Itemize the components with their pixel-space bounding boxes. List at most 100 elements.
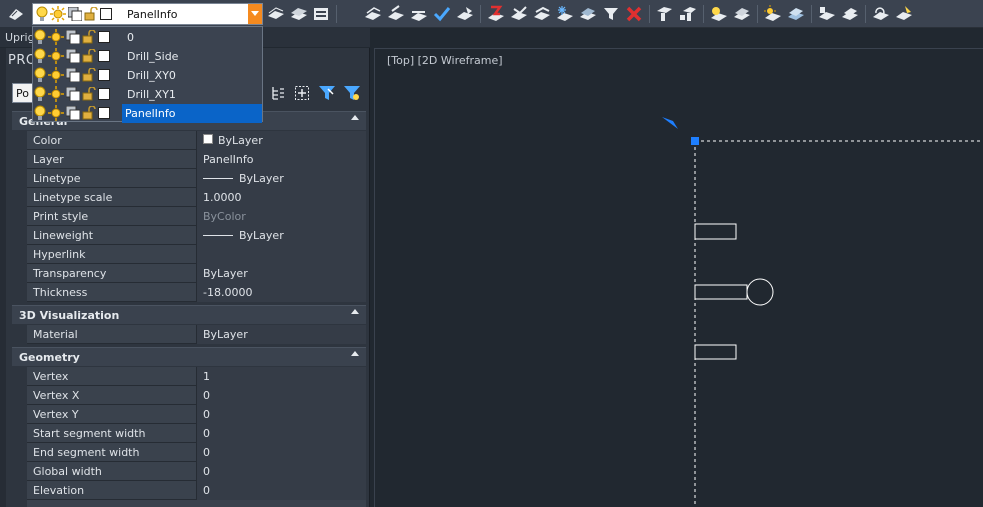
lightbulb-on-icon[interactable] (34, 29, 46, 48)
prop-value[interactable]: 0 (196, 405, 366, 424)
prop-row-vertex-y[interactable]: Vertex Y 0 (12, 405, 366, 424)
color-swatch-icon[interactable] (98, 31, 110, 46)
viewport-icon[interactable] (65, 105, 81, 123)
lightbulb-on-icon[interactable] (34, 86, 46, 105)
layer-off-icon[interactable] (410, 5, 428, 23)
drill-rectangle[interactable] (694, 284, 748, 300)
layer-merge-icon[interactable] (579, 5, 597, 23)
viewport-icon[interactable] (65, 29, 81, 47)
layer-all-thaw-icon[interactable] (764, 5, 782, 23)
layer-change-icon[interactable] (456, 5, 474, 23)
layer-states-icon[interactable] (290, 5, 308, 23)
prop-row-end-segment-width[interactable]: End segment width 0 (12, 443, 366, 462)
layer-list-item[interactable]: Drill_XY0 (33, 66, 262, 85)
prop-row-vertex[interactable]: Vertex 1 (12, 367, 366, 386)
prop-value[interactable]: ByLayer (196, 264, 366, 283)
toggle-pickadd-icon[interactable] (268, 83, 288, 103)
prop-row-layer[interactable]: Layer PanelInfo (12, 150, 366, 169)
prop-value[interactable]: ByLayer (196, 325, 366, 344)
collapse-caret-icon[interactable] (351, 351, 359, 356)
layer-all-on-icon[interactable] (733, 5, 751, 23)
prop-value[interactable]: 1 (196, 367, 366, 386)
collapse-caret-icon[interactable] (351, 115, 359, 120)
make-object-layer-current-icon[interactable] (7, 5, 25, 23)
previous-layer-icon[interactable] (267, 5, 285, 23)
grip-handle[interactable] (691, 137, 699, 145)
collapse-caret-icon[interactable] (351, 309, 359, 314)
layer-settings-icon[interactable] (895, 5, 913, 23)
drill-rectangle[interactable] (694, 344, 737, 360)
quick-select-icon[interactable] (317, 83, 337, 103)
drawing-canvas[interactable] (375, 49, 983, 507)
lightbulb-on-icon[interactable] (34, 105, 46, 124)
layer-copy-objects-icon[interactable] (679, 5, 697, 23)
prop-value[interactable] (196, 245, 366, 264)
layer-list-item[interactable]: 0 (33, 28, 262, 47)
prop-row-linetype[interactable]: Linetype ByLayer (12, 169, 366, 188)
sun-thaw-icon[interactable] (48, 67, 64, 86)
prop-row-material[interactable]: Material ByLayer (12, 325, 366, 344)
drawing-viewport[interactable]: [Top] [2D Wireframe] (374, 48, 983, 507)
object-type-select[interactable]: Po (12, 83, 34, 103)
layer-delete-icon[interactable] (625, 5, 643, 23)
layer-manager-icon[interactable] (312, 5, 330, 23)
prop-row-vertex-x[interactable]: Vertex X 0 (12, 386, 366, 405)
sun-thaw-icon[interactable] (48, 86, 64, 105)
layer-walk-icon[interactable] (487, 5, 505, 23)
combo-dropdown-arrow[interactable] (248, 4, 262, 24)
viewport-icon[interactable] (65, 86, 81, 104)
layer-unlock-icon[interactable] (787, 5, 805, 23)
filter-icon[interactable] (342, 83, 362, 103)
prop-value[interactable]: 0 (196, 462, 366, 481)
layer-translate-icon[interactable] (818, 5, 836, 23)
layer-combo-box[interactable]: PanelInfo (32, 3, 263, 25)
color-swatch-icon[interactable] (98, 50, 110, 65)
drill-rectangle[interactable] (694, 223, 737, 240)
drill-circle[interactable] (746, 278, 774, 306)
layer-on-icon[interactable] (710, 5, 728, 23)
layer-refresh-icon[interactable] (872, 5, 890, 23)
color-swatch-icon[interactable] (98, 69, 110, 84)
layer-match-icon[interactable] (433, 5, 451, 23)
prop-value[interactable]: -18.0000 (196, 283, 366, 302)
viewport-icon[interactable] (65, 48, 81, 66)
prop-value[interactable]: 0 (196, 424, 366, 443)
prop-row-print-style[interactable]: Print style ByColor (12, 207, 366, 226)
prop-value[interactable]: 0 (196, 386, 366, 405)
select-objects-icon[interactable] (292, 83, 312, 103)
unlocked-icon[interactable] (82, 86, 96, 104)
unlocked-icon[interactable] (82, 105, 96, 123)
prop-row-lineweight[interactable]: Lineweight ByLayer (12, 226, 366, 245)
color-swatch-icon[interactable] (98, 107, 110, 122)
layer-audit-icon[interactable] (841, 5, 859, 23)
layer-list-item-selected[interactable]: PanelInfo (33, 104, 262, 123)
prop-row-hyperlink[interactable]: Hyperlink (12, 245, 366, 264)
layer-lock-icon[interactable] (533, 5, 551, 23)
prop-row-color[interactable]: Color ByLayer (12, 131, 366, 150)
prop-value[interactable]: 0 (196, 481, 366, 500)
prop-row-elevation[interactable]: Elevation 0 (12, 481, 366, 500)
lightbulb-on-icon[interactable] (34, 48, 46, 67)
unlocked-icon[interactable] (82, 29, 96, 47)
prop-row-linetype-scale[interactable]: Linetype scale 1.0000 (12, 188, 366, 207)
section-geometry[interactable]: Geometry (12, 347, 366, 366)
layer-list-item[interactable]: Drill_XY1 (33, 85, 262, 104)
layer-freeze-icon[interactable] (510, 5, 528, 23)
layer-thaw-icon[interactable] (556, 5, 574, 23)
layer-filter-icon[interactable] (602, 5, 620, 23)
color-swatch-icon[interactable] (98, 88, 110, 103)
prop-row-thickness[interactable]: Thickness -18.0000 (12, 283, 366, 302)
prop-value[interactable]: ByLayer (196, 169, 366, 188)
prop-row-transparency[interactable]: Transparency ByLayer (12, 264, 366, 283)
prop-value[interactable]: 0 (196, 443, 366, 462)
sun-thaw-icon[interactable] (48, 48, 64, 67)
sun-thaw-icon[interactable] (48, 105, 64, 124)
prop-value[interactable]: 1.0000 (196, 188, 366, 207)
unlocked-icon[interactable] (82, 48, 96, 66)
section-3d-visualization[interactable]: 3D Visualization (12, 305, 366, 324)
lightbulb-on-icon[interactable] (34, 67, 46, 86)
layer-previous-object-icon[interactable] (656, 5, 674, 23)
layer-unisolate-icon[interactable] (387, 5, 405, 23)
sun-thaw-icon[interactable] (48, 29, 64, 48)
layer-list-item[interactable]: Drill_Side (33, 47, 262, 66)
